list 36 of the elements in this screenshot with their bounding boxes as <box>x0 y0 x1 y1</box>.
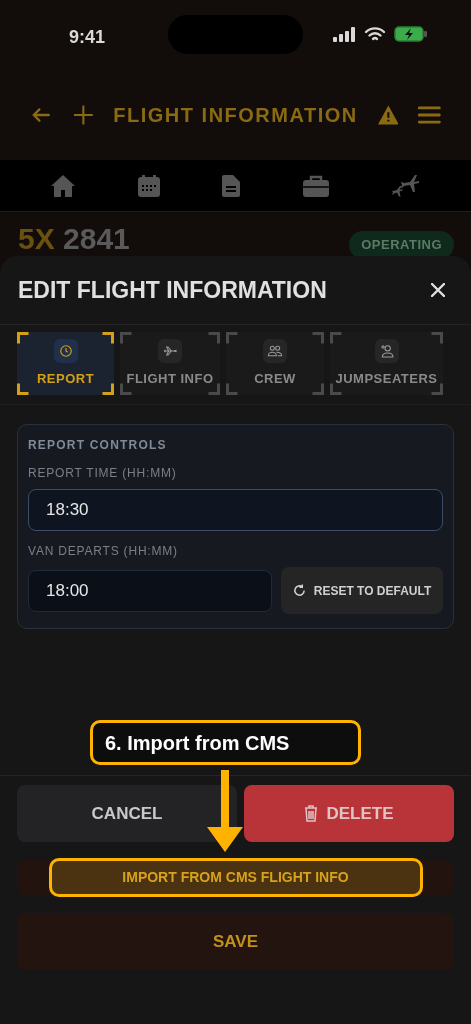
sheet-title: EDIT FLIGHT INFORMATION <box>18 275 327 305</box>
refresh-icon <box>292 584 306 597</box>
status-badge: OPERATING <box>349 231 454 259</box>
close-icon[interactable] <box>431 283 445 297</box>
person-add-icon <box>378 342 395 359</box>
section-title: REPORT CONTROLS <box>28 437 168 454</box>
header-title: FLIGHT INFORMATION <box>113 103 358 128</box>
import-button[interactable]: IMPORT FROM CMS FLIGHT INFO <box>17 860 454 895</box>
tab[interactable]: FLIGHT INFO <box>120 332 220 395</box>
annotation-callout: 6. Import from CMS <box>90 720 361 765</box>
signal-icon <box>333 27 357 42</box>
flight-number: 5X 2841 <box>18 224 130 254</box>
field-label: VAN DEPARTS (HH:MM) <box>28 543 179 560</box>
field-label: REPORT TIME (HH:MM) <box>28 465 178 482</box>
briefcase-icon[interactable] <box>303 174 330 197</box>
trash-icon <box>304 805 319 822</box>
document-icon[interactable] <box>222 174 241 197</box>
reset-button[interactable]: RESET TO DEFAULT <box>281 567 443 614</box>
status-time: 9:41 <box>69 26 106 49</box>
calendar-icon[interactable] <box>137 174 160 197</box>
tab[interactable]: CREW <box>226 332 324 395</box>
tab[interactable]: REPORT <box>17 332 114 395</box>
home-icon[interactable] <box>51 174 76 197</box>
battery-icon <box>394 26 428 42</box>
input-field[interactable]: 18:00 <box>28 569 272 612</box>
input-field[interactable]: 18:30 <box>28 489 443 531</box>
delete-button[interactable]: DELETE <box>244 785 454 842</box>
cancel-button[interactable]: CANCEL <box>17 785 237 842</box>
clock-icon <box>58 343 73 358</box>
wifi-icon <box>364 26 386 42</box>
plus-icon[interactable] <box>72 104 94 126</box>
warning-icon[interactable] <box>377 105 399 125</box>
tab[interactable]: JUMPSEATERS <box>330 332 443 395</box>
save-button[interactable]: SAVE <box>17 913 454 970</box>
airplanes-icon[interactable] <box>391 172 420 199</box>
menu-icon[interactable] <box>418 106 441 124</box>
